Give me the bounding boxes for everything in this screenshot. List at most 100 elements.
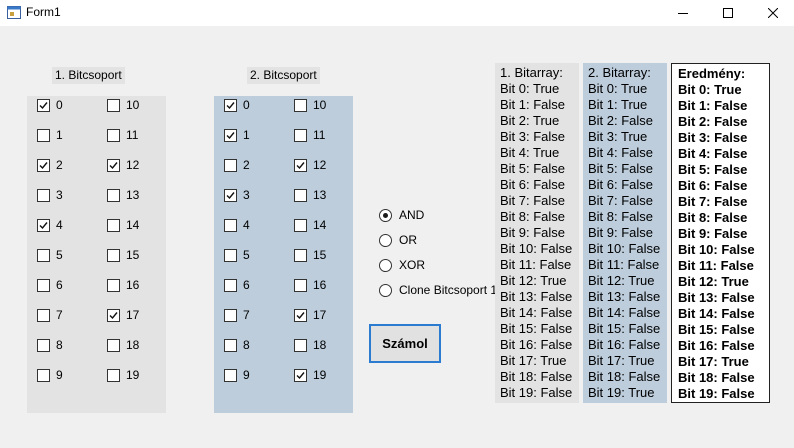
checkbox-box[interactable]	[37, 308, 50, 322]
checkbox-box[interactable]	[107, 188, 120, 202]
maximize-button[interactable]	[705, 0, 751, 26]
checkbox-box[interactable]	[224, 98, 237, 112]
checkbox-box[interactable]	[107, 308, 120, 322]
bitgroup-1-checkbox-1[interactable]: 1	[37, 127, 63, 143]
bitgroup-1-checkbox-14[interactable]: 14	[107, 217, 139, 233]
operation-radio-clone-bitcsoport-1[interactable]: Clone Bitcsoport 1	[379, 282, 497, 298]
bitgroup-1-checkbox-8[interactable]: 8	[37, 337, 63, 353]
minimize-button[interactable]	[660, 0, 706, 26]
bitgroup-2-checkbox-1[interactable]: 1	[224, 127, 250, 143]
bitgroup-2-checkbox-8[interactable]: 8	[224, 337, 250, 353]
checkbox-box[interactable]	[107, 128, 120, 142]
bitgroup-1-checkbox-6[interactable]: 6	[37, 277, 63, 293]
operation-radio-and[interactable]: AND	[379, 207, 424, 223]
bitgroup-2-checkbox-16[interactable]: 16	[294, 277, 326, 293]
checkbox-box[interactable]	[294, 368, 307, 382]
bitgroup-1-checkbox-15[interactable]: 15	[107, 247, 139, 263]
checkbox-box[interactable]	[224, 128, 237, 142]
bitgroup-1-checkbox-13[interactable]: 13	[107, 187, 139, 203]
bitarray-1-list[interactable]: 1. Bitarray: Bit 0: True Bit 1: False Bit 2…	[495, 63, 579, 403]
checkbox-box[interactable]	[37, 98, 50, 112]
checkbox-box[interactable]	[37, 128, 50, 142]
checkbox-box[interactable]	[107, 218, 120, 232]
bitgroup-2-checkbox-2[interactable]: 2	[224, 157, 250, 173]
bitgroup-1-checkbox-17[interactable]: 17	[107, 307, 139, 323]
checkbox-box[interactable]	[294, 248, 307, 262]
operation-radio-xor[interactable]: XOR	[379, 257, 425, 273]
bitgroup-2-checkbox-9[interactable]: 9	[224, 367, 250, 383]
list-item: Bit 11: False	[500, 257, 572, 272]
checkbox-box[interactable]	[37, 218, 50, 232]
checkbox-box[interactable]	[224, 308, 237, 322]
checkbox-box[interactable]	[107, 278, 120, 292]
result-list[interactable]: Eredmény: Bit 0: True Bit 1: False Bit 2: F…	[671, 63, 770, 403]
calculate-button[interactable]: Számol	[369, 324, 441, 363]
bitgroup-2-checkbox-13[interactable]: 13	[294, 187, 326, 203]
radio-circle[interactable]	[379, 233, 392, 247]
list-item: Bit 13: False	[500, 289, 573, 304]
checkbox-label: 15	[126, 248, 140, 262]
bitgroup-2-checkbox-17[interactable]: 17	[294, 307, 326, 323]
bitgroup-1-checkbox-0[interactable]: 0	[37, 97, 63, 113]
checkbox-box[interactable]	[224, 218, 237, 232]
operation-radio-or[interactable]: OR	[379, 232, 417, 248]
bitgroup-1-checkbox-9[interactable]: 9	[37, 367, 63, 383]
bitgroup-1-checkbox-2[interactable]: 2	[37, 157, 63, 173]
bitgroup-1-checkbox-12[interactable]: 12	[107, 157, 139, 173]
checkbox-box[interactable]	[294, 278, 307, 292]
close-button[interactable]	[750, 0, 794, 26]
checkbox-box[interactable]	[37, 158, 50, 172]
checkbox-box[interactable]	[224, 158, 237, 172]
bitgroup-2-checkbox-14[interactable]: 14	[294, 217, 326, 233]
bitgroup-2-checkbox-18[interactable]: 18	[294, 337, 326, 353]
checkbox-box[interactable]	[224, 368, 237, 382]
bitgroup-2-checkbox-12[interactable]: 12	[294, 157, 326, 173]
checkbox-box[interactable]	[224, 338, 237, 352]
bitgroup-1-checkbox-18[interactable]: 18	[107, 337, 139, 353]
checkbox-box[interactable]	[294, 338, 307, 352]
radio-circle[interactable]	[379, 208, 392, 222]
checkbox-box[interactable]	[294, 128, 307, 142]
bitarray-2-list[interactable]: 2. Bitarray: Bit 0: True Bit 1: True Bit 2:…	[583, 63, 667, 403]
bitgroup-2-checkbox-0[interactable]: 0	[224, 97, 250, 113]
checkbox-box[interactable]	[224, 278, 237, 292]
checkbox-box[interactable]	[294, 158, 307, 172]
bitgroup-2-checkbox-6[interactable]: 6	[224, 277, 250, 293]
checkbox-box[interactable]	[294, 98, 307, 112]
checkbox-box[interactable]	[107, 98, 120, 112]
bitgroup-2-checkbox-5[interactable]: 5	[224, 247, 250, 263]
title-bar[interactable]: Form1	[0, 0, 794, 26]
bitgroup-1-checkbox-10[interactable]: 10	[107, 97, 139, 113]
bitgroup-2-checkbox-19[interactable]: 19	[294, 367, 326, 383]
bitgroup-1-checkbox-4[interactable]: 4	[37, 217, 63, 233]
checkbox-box[interactable]	[107, 368, 120, 382]
checkbox-box[interactable]	[37, 368, 50, 382]
checkbox-box[interactable]	[107, 158, 120, 172]
checkbox-label: 18	[126, 338, 140, 352]
bitgroup-2-checkbox-10[interactable]: 10	[294, 97, 326, 113]
bitgroup-1-checkbox-11[interactable]: 11	[107, 127, 138, 143]
checkbox-box[interactable]	[37, 338, 50, 352]
bitgroup-1-checkbox-3[interactable]: 3	[37, 187, 63, 203]
radio-circle[interactable]	[379, 258, 392, 272]
checkbox-box[interactable]	[107, 248, 120, 262]
bitgroup-1-checkbox-19[interactable]: 19	[107, 367, 139, 383]
checkbox-box[interactable]	[294, 188, 307, 202]
checkbox-box[interactable]	[37, 278, 50, 292]
checkbox-box[interactable]	[294, 308, 307, 322]
checkbox-box[interactable]	[224, 188, 237, 202]
bitgroup-1-checkbox-16[interactable]: 16	[107, 277, 139, 293]
bitgroup-1-checkbox-7[interactable]: 7	[37, 307, 63, 323]
checkbox-box[interactable]	[224, 248, 237, 262]
checkbox-box[interactable]	[37, 188, 50, 202]
checkbox-box[interactable]	[107, 338, 120, 352]
bitgroup-2-checkbox-11[interactable]: 11	[294, 127, 325, 143]
bitgroup-1-checkbox-5[interactable]: 5	[37, 247, 63, 263]
bitgroup-2-checkbox-7[interactable]: 7	[224, 307, 250, 323]
checkbox-box[interactable]	[37, 248, 50, 262]
checkbox-box[interactable]	[294, 218, 307, 232]
bitgroup-2-checkbox-4[interactable]: 4	[224, 217, 250, 233]
bitgroup-2-checkbox-15[interactable]: 15	[294, 247, 326, 263]
radio-circle[interactable]	[379, 283, 392, 297]
bitgroup-2-checkbox-3[interactable]: 3	[224, 187, 250, 203]
